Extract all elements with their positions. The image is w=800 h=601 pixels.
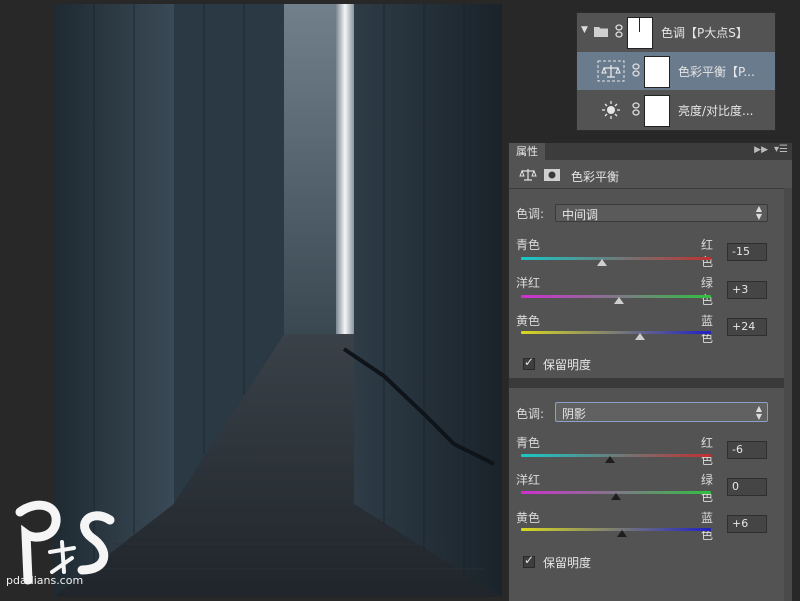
yellow-blue-slider[interactable] xyxy=(521,331,711,334)
slider-right-label: 红色 xyxy=(700,238,713,269)
layer-mask-thumbnail[interactable] xyxy=(644,56,670,88)
document-canvas-area: pdadians.com ▼ 色调【P大点S】 色彩平衡【P... 亮度/对比度… xyxy=(0,0,800,601)
preserve-luminosity-label: 保留明度 xyxy=(543,358,592,372)
select-arrows-icon: ▲ ▼ xyxy=(755,204,762,221)
slider-left-label: 黄色 xyxy=(516,314,541,328)
tone-select-value: 阴影 xyxy=(562,407,587,421)
color-balance-icon[interactable] xyxy=(519,167,537,183)
slider-left-label: 洋红 xyxy=(516,276,541,290)
slider-right-label: 绿色 xyxy=(700,276,713,307)
cyan-red-slider-handle[interactable] xyxy=(597,259,607,266)
checkmark-icon: ✓ xyxy=(524,355,535,369)
properties-title: 色彩平衡 xyxy=(571,170,620,184)
yellow-blue-value-field[interactable]: +6 xyxy=(727,515,767,533)
panel-menu-icon[interactable]: ▾☰ xyxy=(774,144,788,155)
mask-icon[interactable] xyxy=(543,167,561,183)
select-arrows-icon: ▲ ▼ xyxy=(755,404,762,421)
tab-properties[interactable]: 属性 xyxy=(509,143,545,160)
layer-name: 色彩平衡【P... xyxy=(678,65,755,79)
layer-group-row[interactable]: ▼ 色调【P大点S】 xyxy=(577,13,775,51)
color-balance-icon[interactable] xyxy=(597,60,625,82)
magenta-green-slider-handle[interactable] xyxy=(614,297,624,304)
tone-label: 色调: xyxy=(516,407,545,421)
link-icon[interactable] xyxy=(632,63,640,77)
layers-panel: ▼ 色调【P大点S】 色彩平衡【P... 亮度/对比度... xyxy=(576,12,776,131)
slider-left-label: 青色 xyxy=(516,436,541,450)
brightness-contrast-icon[interactable] xyxy=(597,99,625,121)
cyan-red-slider[interactable] xyxy=(521,454,711,457)
properties-scrollbar[interactable] xyxy=(784,188,792,601)
cyan-red-value-field[interactable]: -15 xyxy=(727,243,767,261)
yellow-blue-slider-handle[interactable] xyxy=(635,333,645,340)
yellow-blue-value-field[interactable]: +24 xyxy=(727,318,767,336)
layer-row-color-balance[interactable]: 色彩平衡【P... xyxy=(577,52,775,90)
cyan-red-slider-handle[interactable] xyxy=(605,456,615,463)
layer-name: 亮度/对比度... xyxy=(678,104,754,118)
checkmark-icon: ✓ xyxy=(524,553,535,567)
collapse-panel-icon[interactable]: ▶▶ xyxy=(754,145,768,155)
cyan-red-slider[interactable] xyxy=(521,257,711,260)
yellow-blue-slider-handle[interactable] xyxy=(617,530,627,537)
slider-left-label: 黄色 xyxy=(516,511,541,525)
slider-left-label: 青色 xyxy=(516,238,541,252)
tone-select[interactable]: 中间调 ▲ ▼ xyxy=(555,204,768,222)
link-icon[interactable] xyxy=(615,24,623,38)
slider-right-label: 红色 xyxy=(700,436,713,467)
yellow-blue-slider[interactable] xyxy=(521,528,711,531)
properties-tabbar: 属性 ▶▶ ▾☰ xyxy=(509,143,792,160)
slider-left-label: 洋红 xyxy=(516,473,541,487)
link-icon[interactable] xyxy=(632,102,640,116)
group-name: 色调【P大点S】 xyxy=(661,26,748,40)
cyan-red-value-field[interactable]: -6 xyxy=(727,441,767,459)
group-mask-thumbnail[interactable] xyxy=(627,17,653,49)
tone-select[interactable]: 阴影 ▲ ▼ xyxy=(555,402,768,422)
section-divider xyxy=(509,378,792,388)
slider-right-label: 蓝色 xyxy=(700,314,713,345)
slider-right-label: 蓝色 xyxy=(700,511,713,542)
slider-right-label: 绿色 xyxy=(700,473,713,504)
properties-header: 色彩平衡 xyxy=(509,160,792,189)
magenta-green-value-field[interactable]: +3 xyxy=(727,281,767,299)
layer-mask-thumbnail[interactable] xyxy=(644,95,670,127)
properties-panel: 属性 ▶▶ ▾☰ 色彩平衡 色调: 中间调 ▲ ▼ 青色 红色 -15 洋红 绿… xyxy=(508,143,792,601)
tone-label: 色调: xyxy=(516,207,545,221)
folder-icon xyxy=(594,27,608,37)
layer-row-brightness-contrast[interactable]: 亮度/对比度... xyxy=(577,91,775,129)
magenta-green-value-field[interactable]: 0 xyxy=(727,478,767,496)
tone-select-value: 中间调 xyxy=(562,208,599,222)
magenta-green-slider-handle[interactable] xyxy=(611,493,621,500)
expand-triangle-icon[interactable]: ▼ xyxy=(581,25,588,35)
preserve-luminosity-label: 保留明度 xyxy=(543,556,592,570)
watermark-url: pdadians.com xyxy=(6,574,84,587)
